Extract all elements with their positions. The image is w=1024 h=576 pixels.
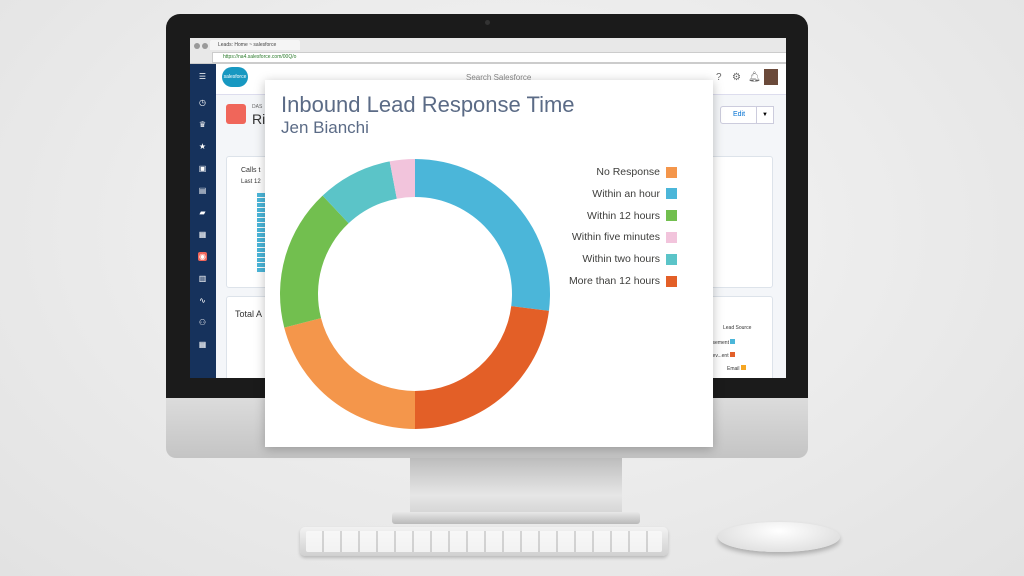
monitor-stand: [410, 458, 622, 520]
save-icon[interactable]: ▥: [198, 274, 207, 283]
browser-tab[interactable]: Leads: Home ~ salesforce: [210, 40, 300, 50]
donut-slice[interactable]: [415, 306, 549, 429]
help-icon[interactable]: ?: [716, 72, 722, 83]
legend-swatch: [666, 188, 677, 200]
chevron-down-icon[interactable]: ▼: [756, 106, 774, 124]
card-title: Total A: [235, 309, 263, 319]
mouse: [718, 522, 840, 552]
crown-icon[interactable]: ♛: [198, 120, 207, 129]
folder-icon[interactable]: ▰: [198, 208, 207, 217]
edit-button[interactable]: Edit: [720, 106, 758, 124]
dashboard-label: DAS: [252, 104, 263, 110]
minimize-window-button[interactable]: [202, 43, 208, 49]
legend-label: More than 12 hours: [568, 275, 660, 287]
dashboard-title: Ri: [252, 111, 266, 127]
document-icon[interactable]: ▤: [198, 186, 207, 195]
monitor-stand-base: [392, 512, 640, 524]
legend-label: No Response: [596, 166, 660, 178]
donut-slice[interactable]: [280, 195, 349, 328]
bell-icon[interactable]: 🔔︎: [748, 72, 761, 83]
lead-source-label: Lead Source: [723, 325, 752, 331]
legend-item: Email: [727, 365, 746, 372]
legend-swatch: [666, 275, 677, 287]
bar-chart: [257, 193, 265, 273]
browser-toolbar: Leads: Home ~ salesforce https://na4.sal…: [190, 38, 786, 64]
legend-swatch: [666, 166, 677, 178]
donut-slice[interactable]: [415, 159, 550, 311]
legend-item[interactable]: Within two hours: [582, 253, 677, 265]
legend-item[interactable]: More than 12 hours: [569, 275, 677, 287]
card-title: Calls t: [241, 167, 261, 174]
calendar-icon[interactable]: ▦: [198, 230, 207, 239]
legend-item[interactable]: No Response: [596, 166, 677, 178]
legend-label: Within two hours: [582, 253, 660, 266]
legend-label: Within an hour: [592, 187, 660, 200]
sidebar: ☰ ◷ ♛ ★ ▣ ▤ ▰ ▦ ◉ ▥ ∿ ⚇ ▦: [190, 64, 216, 378]
dashboard-badge-icon: [226, 104, 246, 124]
salesforce-logo[interactable]: salesforce: [222, 67, 248, 87]
close-window-button[interactable]: [194, 43, 200, 49]
legend-swatch: [666, 210, 677, 222]
address-bar[interactable]: https://na4.salesforce.com/00Q/o: [212, 52, 786, 63]
inbox-icon[interactable]: ▣: [198, 164, 207, 173]
gear-icon[interactable]: ⚙: [732, 72, 741, 83]
avatar[interactable]: [764, 69, 778, 85]
calendar-grid-icon[interactable]: ▦: [198, 340, 207, 349]
clock-icon[interactable]: ◷: [198, 98, 207, 107]
legend-item[interactable]: Within an hour: [592, 188, 677, 200]
star-icon[interactable]: ★: [198, 142, 207, 151]
legend-swatch: [666, 231, 677, 243]
card-subtitle: Last 12: [241, 179, 261, 185]
donut-slice[interactable]: [284, 318, 415, 429]
dashboard-icon[interactable]: ◉: [198, 252, 207, 261]
chart-popup: Inbound Lead Response Time Jen Bianchi N…: [265, 80, 713, 447]
legend-item[interactable]: Within 12 hours: [587, 210, 677, 222]
menu-icon[interactable]: ☰: [198, 72, 207, 81]
keyboard: [300, 527, 668, 556]
people-icon[interactable]: ⚇: [198, 318, 207, 327]
pulse-icon[interactable]: ∿: [198, 296, 207, 305]
legend-label: Within 12 hours: [587, 209, 660, 222]
legend-swatch: [666, 253, 677, 265]
legend-item[interactable]: Within five minutes: [572, 231, 677, 243]
camera: [485, 20, 490, 25]
legend-label: Within five minutes: [571, 231, 660, 244]
